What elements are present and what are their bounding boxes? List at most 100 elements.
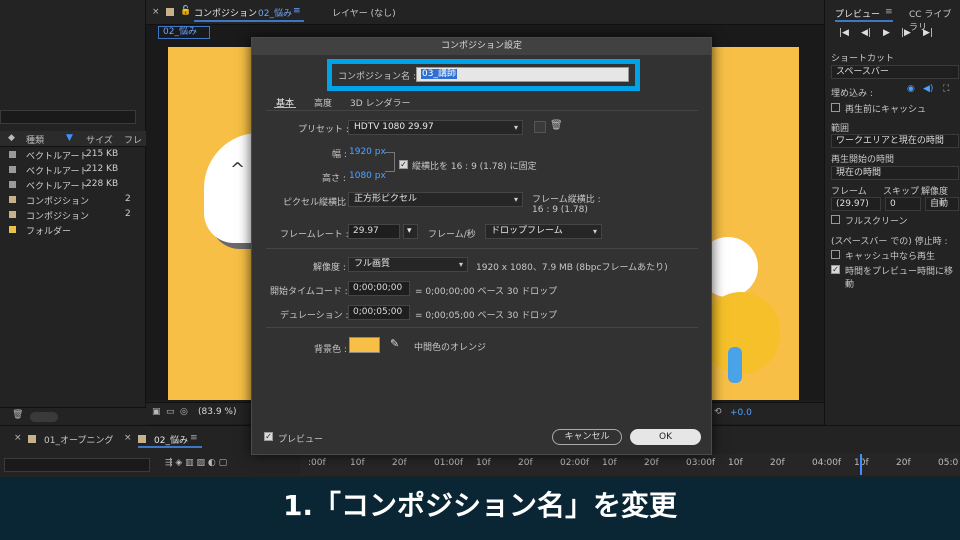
trash-icon[interactable]: 🗑	[12, 410, 23, 420]
stop-opt2-checkbox[interactable]: ✓	[831, 265, 840, 274]
eyedropper-icon[interactable]: ✎	[390, 337, 399, 350]
preview-label: プレビュー	[278, 435, 324, 445]
save-preset-icon[interactable]	[534, 121, 546, 133]
include-label: 埋め込み :	[831, 89, 873, 99]
project-row[interactable]: ベクトルアート 215 KB	[0, 147, 146, 162]
close-icon[interactable]: ×	[124, 433, 132, 443]
item-name: ベクトルアート	[26, 167, 89, 177]
cloud-eyes: ^	[230, 159, 246, 180]
timeline-ruler[interactable]: :00f 10f 20f 01:00f 10f 20f 02:00f 10f 20f 03:00f…	[300, 454, 960, 475]
tear-icon	[728, 347, 742, 383]
preset-dropdown[interactable]: HDTV 1080 29.97 ▾	[348, 120, 523, 135]
project-search-input[interactable]	[0, 110, 136, 124]
tab-libraries[interactable]: CC ライブラリ	[909, 7, 960, 33]
label-color-icon	[9, 196, 16, 203]
lock-aspect-checkbox[interactable]: ✓	[399, 160, 408, 169]
preset-label: プリセット :	[298, 125, 349, 135]
zoom-level[interactable]: (83.9 %)	[198, 407, 236, 417]
fps-unit: フレーム/秒	[428, 230, 476, 240]
stop-opt1-checkbox[interactable]	[831, 250, 840, 259]
tool-icons[interactable]: ⇶ ◈ ▥ ▨ ◐ ▢	[165, 458, 227, 468]
menu-icon[interactable]: ≡	[190, 433, 198, 443]
item-name: コンポジション	[26, 212, 90, 222]
item-extra: 2	[125, 194, 131, 204]
duration-input[interactable]: 0;00;05;00	[348, 305, 410, 320]
item-name: ベクトルアート	[26, 182, 89, 192]
fps-input[interactable]: 29.97	[348, 224, 400, 239]
first-frame-icon[interactable]: |◀	[839, 28, 849, 38]
tab-advanced[interactable]: 高度	[314, 96, 332, 109]
lock-icon[interactable]: 🔓	[180, 6, 191, 16]
comp-tab-label[interactable]: コンポジション	[194, 6, 257, 19]
column-type[interactable]: 種類	[26, 133, 44, 146]
overlay-icon[interactable]: ⛶	[943, 84, 949, 94]
column-extra[interactable]: フレ	[124, 133, 142, 146]
layer-tab[interactable]: レイヤー (なし)	[332, 6, 396, 19]
close-icon[interactable]: ×	[152, 7, 160, 17]
fps-dropdown[interactable]: ▾	[403, 224, 418, 239]
shortcut-dropdown[interactable]: スペースバー	[831, 65, 959, 79]
ruler-tick-label: 02:00f	[560, 458, 590, 468]
cache-checkbox[interactable]	[831, 103, 840, 112]
fullscreen-checkbox[interactable]	[831, 215, 840, 224]
preview-checkbox[interactable]: ✓	[264, 432, 273, 441]
menu-icon[interactable]: ≡	[293, 6, 301, 16]
project-row[interactable]: ベクトルアート 228 KB	[0, 177, 146, 192]
sort-down-icon[interactable]: ▼	[66, 133, 73, 143]
start-dropdown[interactable]: 現在の時間	[831, 166, 959, 180]
column-size[interactable]: サイズ	[86, 133, 113, 146]
tab-divider	[266, 110, 698, 111]
last-frame-icon[interactable]: ▶|	[923, 28, 933, 38]
par-dropdown[interactable]: 正方形ピクセル ▾	[348, 192, 523, 207]
monitor-icon[interactable]: ▣	[152, 407, 161, 417]
ruler-tick-label: 10f	[728, 458, 743, 468]
playhead[interactable]	[860, 454, 862, 475]
close-icon[interactable]: ×	[14, 433, 22, 443]
fullscreen-label: フルスクリーン	[845, 217, 908, 227]
comp-color-icon	[166, 8, 174, 16]
project-row[interactable]: ベクトルアート 212 KB	[0, 162, 146, 177]
project-row[interactable]: コンポジション 2	[0, 192, 146, 207]
timeline-tab-1[interactable]: 01_オープニング	[44, 433, 113, 446]
lock-aspect-label: 縦横比を 16 : 9 (1.78) に固定	[412, 162, 537, 172]
chevron-down-icon: ▾	[458, 260, 463, 269]
cancel-button[interactable]: キャンセル	[552, 429, 622, 445]
resolution-dropdown[interactable]: フル画質 ▾	[348, 257, 468, 272]
ok-button[interactable]: OK	[630, 429, 701, 445]
bg-color-label: 背景色 :	[314, 345, 347, 355]
comp-tab-name[interactable]: 02_悩み	[258, 6, 292, 19]
mask-icon[interactable]: ◎	[180, 407, 188, 417]
width-value[interactable]: 1920 px	[349, 147, 386, 157]
comp-name-value: 03_講師	[421, 69, 457, 79]
tab-preview[interactable]: プレビュー	[835, 7, 880, 20]
height-value[interactable]: 1080 px	[349, 171, 386, 181]
frame-dropdown[interactable]: (29.97)	[831, 197, 881, 211]
video-eye-icon[interactable]: ◉	[907, 84, 915, 94]
audio-icon[interactable]: ◀)	[923, 84, 933, 94]
next-frame-icon[interactable]: |▶	[901, 28, 911, 38]
ruler-tick-label: 10f	[350, 458, 365, 468]
play-icon[interactable]: ▶	[883, 28, 890, 38]
start-tc-input[interactable]: 0;00;00;00	[348, 281, 410, 296]
skip-dropdown[interactable]: 0	[885, 197, 921, 211]
exposure-value[interactable]: +0.0	[730, 408, 752, 418]
range-dropdown[interactable]: ワークエリアと現在の時間	[831, 134, 959, 148]
bit-depth-toggle[interactable]	[30, 412, 58, 422]
comp-breadcrumb[interactable]: 02_悩み	[158, 26, 210, 39]
comp-name-input[interactable]: 03_講師	[416, 67, 629, 82]
tab-3d-renderer[interactable]: 3D レンダラー	[350, 96, 411, 109]
label-color-icon	[9, 181, 16, 188]
trash-icon[interactable]: 🗑	[550, 120, 563, 131]
reset-exposure-icon[interactable]: ⟲	[714, 407, 722, 417]
bg-color-swatch[interactable]	[349, 337, 380, 353]
res-dropdown[interactable]: 自動	[925, 197, 959, 211]
project-row[interactable]: フォルダー	[0, 222, 146, 237]
timeline-tab-2[interactable]: 02_悩み	[154, 433, 188, 446]
start-label: 再生開始の時間	[831, 155, 895, 165]
project-row[interactable]: コンポジション 2	[0, 207, 146, 222]
prev-frame-icon[interactable]: ◀|	[861, 28, 871, 38]
display-icon[interactable]: ▭	[166, 407, 175, 417]
timeline-search-input[interactable]	[4, 458, 150, 472]
menu-icon[interactable]: ≡	[885, 7, 893, 17]
drop-frame-dropdown[interactable]: ドロップフレーム ▾	[485, 224, 602, 239]
